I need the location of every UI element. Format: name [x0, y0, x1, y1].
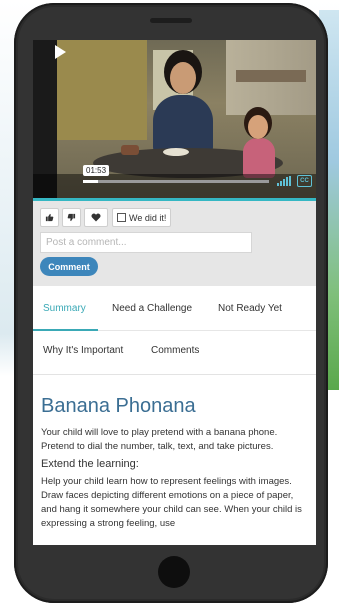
progress-fill	[83, 180, 98, 183]
reactions-panel: We did it! Comment	[33, 201, 316, 286]
heart-icon	[91, 213, 101, 222]
tab-summary[interactable]: Summary	[43, 303, 86, 314]
phone-speaker	[150, 18, 192, 23]
checkbox-icon	[117, 213, 126, 222]
heart-button[interactable]	[84, 208, 108, 227]
content-tabs: Summary Need a Challenge Not Ready Yet W…	[33, 286, 316, 375]
we-did-it-label: We did it!	[129, 212, 167, 223]
thumbs-down-icon	[67, 213, 76, 222]
video-woman	[153, 95, 213, 155]
video-cup	[121, 145, 139, 155]
thumbs-up-button[interactable]	[40, 208, 59, 227]
video-plate	[163, 148, 189, 156]
video-child	[243, 138, 275, 178]
video-child-head	[248, 115, 268, 139]
comment-button[interactable]: Comment	[40, 257, 98, 276]
page-title: Banana Phonana	[41, 395, 196, 417]
home-button[interactable]	[158, 556, 190, 588]
closed-captions-icon[interactable]: CC	[297, 175, 312, 187]
video-controls	[33, 174, 316, 198]
video-wall	[57, 40, 147, 140]
volume-icon[interactable]	[277, 176, 291, 186]
tab-comments[interactable]: Comments	[151, 345, 199, 356]
active-tab-indicator	[33, 329, 98, 331]
body-text: Help your child learn how to represent f…	[41, 476, 302, 529]
time-tooltip: 01:53	[83, 165, 110, 176]
video-player[interactable]: 01:53 CC	[33, 40, 316, 198]
tab-not-ready-yet[interactable]: Not Ready Yet	[218, 303, 282, 314]
play-icon[interactable]	[55, 45, 66, 59]
video-shelf-board	[236, 70, 306, 82]
video-woman-head	[170, 62, 196, 94]
thumbs-up-icon	[45, 213, 54, 222]
we-did-it-checkbox[interactable]: We did it!	[112, 208, 172, 227]
tab-why-its-important[interactable]: Why It's Important	[43, 345, 123, 356]
intro-text: Your child will love to play pretend wit…	[41, 427, 278, 452]
phone-screen: 01:53 CC We did it! Post a comment... Co…	[33, 40, 316, 545]
summary-content: Banana Phonana Your child will love to p…	[41, 395, 309, 531]
thumbs-down-button[interactable]	[62, 208, 81, 227]
progress-bar[interactable]	[83, 180, 269, 183]
comment-input[interactable]	[40, 232, 252, 253]
extend-heading: Extend the learning:	[41, 458, 139, 470]
tab-need-a-challenge[interactable]: Need a Challenge	[112, 303, 192, 314]
